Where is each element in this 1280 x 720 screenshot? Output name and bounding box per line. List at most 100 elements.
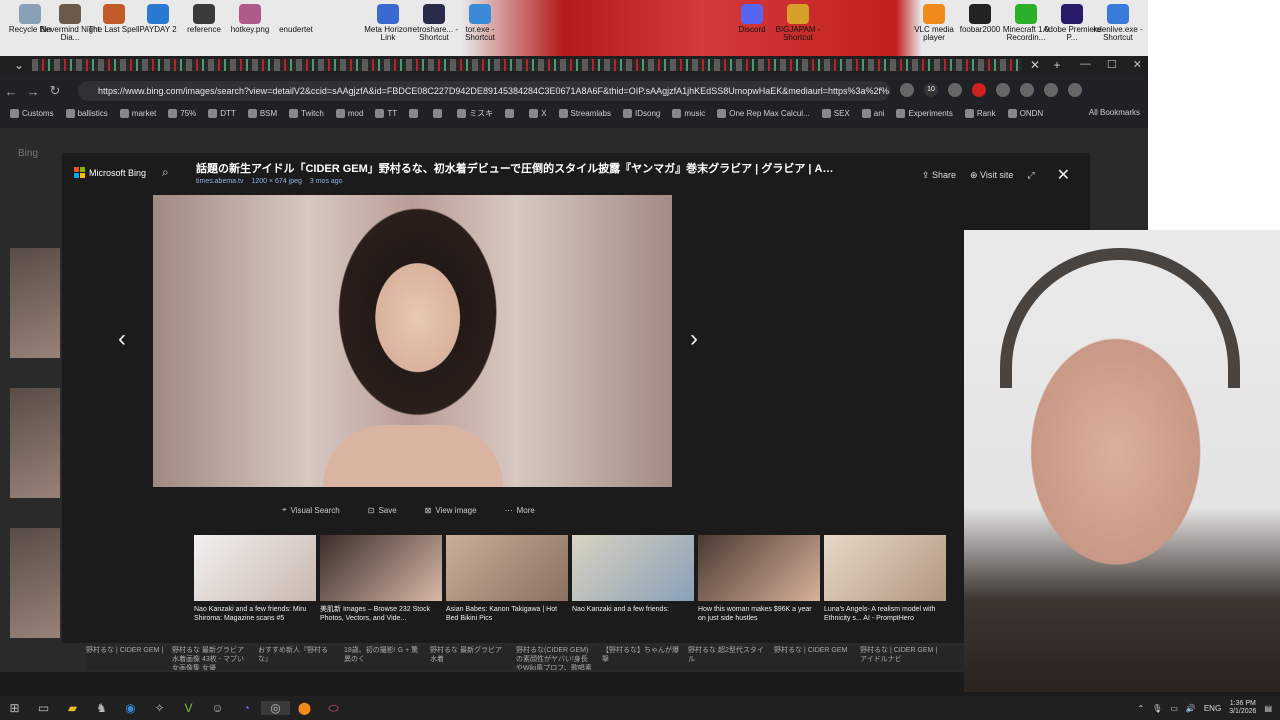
bookmark-item[interactable] bbox=[409, 108, 421, 118]
bookmark-item[interactable]: market bbox=[119, 108, 156, 118]
result-caption[interactable]: 野村るな | CIDER GEM bbox=[774, 646, 852, 670]
minimize-icon[interactable]: — bbox=[1080, 58, 1091, 71]
result-caption[interactable]: 18歳、初の撮影! G + 驚異のく bbox=[344, 646, 422, 670]
extension-icon[interactable] bbox=[900, 83, 914, 97]
extension-icon[interactable] bbox=[996, 83, 1010, 97]
previous-arrow-icon[interactable]: ‹ bbox=[118, 325, 126, 353]
desktop-icon[interactable]: tor.exe - Shortcut bbox=[450, 4, 510, 52]
tab-list[interactable] bbox=[32, 59, 1022, 71]
new-tab-icon[interactable]: + bbox=[1048, 58, 1066, 72]
reload-icon[interactable]: ↻ bbox=[44, 83, 66, 99]
bing-logo[interactable]: Microsoft Bing bbox=[74, 167, 146, 178]
close-tab-icon[interactable]: ✕ bbox=[1026, 58, 1044, 72]
result-caption[interactable]: 野村るな | CIDER GEM | アイドルナビ bbox=[860, 646, 938, 670]
result-caption[interactable]: 野村るな 最新グラビア水着画像 43枚 - マブい女画像集 女優 bbox=[172, 646, 250, 670]
all-bookmarks-button[interactable]: All Bookmarks bbox=[1089, 108, 1140, 117]
maximize-icon[interactable]: ☐ bbox=[1107, 58, 1117, 71]
bookmark-item[interactable]: SEX bbox=[821, 108, 850, 118]
language-indicator[interactable]: ENG bbox=[1204, 704, 1221, 713]
main-image[interactable] bbox=[153, 195, 672, 487]
bookmark-item[interactable]: Experiments bbox=[896, 108, 953, 118]
extension-icon[interactable] bbox=[948, 83, 962, 97]
url-input[interactable]: https://www.bing.com/images/search?view=… bbox=[78, 81, 890, 101]
app-icon[interactable]: ✧ bbox=[145, 701, 174, 715]
bookmark-item[interactable]: IDsong bbox=[623, 108, 660, 118]
bookmark-item[interactable]: music bbox=[672, 108, 705, 118]
related-image-card[interactable]: Asian Babes: Kanon Takigawa | Hot Bed Bi… bbox=[446, 535, 568, 623]
close-modal-icon[interactable]: ✕ bbox=[1057, 165, 1070, 185]
back-icon[interactable]: ← bbox=[0, 84, 22, 99]
result-caption[interactable]: 野村るな(CIDER GEM)の素顔性がヤバい!身長やWiki風プロフ、歌唱素な… bbox=[516, 646, 594, 670]
bookmark-item[interactable]: ballistics bbox=[65, 108, 108, 118]
app-icon[interactable]: V bbox=[174, 701, 203, 715]
app-icon[interactable]: ⬤ bbox=[290, 701, 319, 715]
bookmark-item[interactable]: ani bbox=[861, 108, 884, 118]
result-thumb[interactable] bbox=[10, 388, 60, 498]
browser-icon[interactable]: ◉ bbox=[116, 701, 145, 715]
extension-icon[interactable]: 10 bbox=[924, 83, 938, 97]
fullscreen-icon[interactable]: ⤢ bbox=[1027, 170, 1034, 181]
network-icon[interactable]: ▭ bbox=[1170, 704, 1178, 713]
related-image-card[interactable]: Luna's Angels- A realism model with Ethn… bbox=[824, 535, 946, 623]
window-close-icon[interactable]: ✕ bbox=[1133, 58, 1142, 71]
image-title[interactable]: 話題の新生アイドル「CIDER GEM」野村るな、初水着デビューで圧倒的スタイル… bbox=[196, 160, 836, 176]
desktop-icon[interactable]: BIGJAPAM - Shortcut bbox=[768, 4, 828, 52]
profile-icon[interactable] bbox=[1068, 83, 1082, 97]
source-link[interactable]: times.abema.tv bbox=[196, 178, 243, 185]
next-arrow-icon[interactable]: › bbox=[690, 325, 698, 353]
bookmark-item[interactable]: Streamlabs bbox=[558, 108, 611, 118]
image-action-button[interactable]: ⊠ View image bbox=[425, 505, 477, 515]
bookmark-item[interactable]: ONDN bbox=[1007, 108, 1043, 118]
related-image-card[interactable]: How this woman makes $96K a year on just… bbox=[698, 535, 820, 623]
task-view-icon[interactable]: ▭ bbox=[29, 701, 58, 715]
desktop-icon[interactable]: enudertet bbox=[266, 4, 326, 52]
visit-site-button[interactable]: ⊕ Visit site bbox=[970, 170, 1013, 181]
image-action-button[interactable]: ⌖ Visual Search bbox=[282, 505, 340, 515]
result-caption[interactable]: 野村るな 超2型代スタイル bbox=[688, 646, 766, 670]
file-explorer-icon[interactable]: ▰ bbox=[58, 701, 87, 715]
result-caption[interactable]: 野村るな | CIDER GEM | bbox=[86, 646, 164, 670]
tray-chevron-icon[interactable]: ⌃ bbox=[1137, 704, 1144, 713]
bookmark-item[interactable]: 75% bbox=[168, 108, 196, 118]
extension-icon[interactable] bbox=[972, 83, 986, 97]
related-image-card[interactable]: Nao Kanzaki and a few friends: Miru Shir… bbox=[194, 535, 316, 623]
result-thumb[interactable] bbox=[10, 248, 60, 358]
bookmark-item[interactable] bbox=[505, 108, 517, 118]
forward-icon[interactable]: → bbox=[22, 84, 44, 99]
download-icon[interactable] bbox=[1044, 83, 1058, 97]
bookmark-item[interactable]: Customs bbox=[10, 108, 54, 118]
bookmark-item[interactable]: ミスキ bbox=[457, 108, 493, 119]
app-icon[interactable]: ☺ bbox=[203, 701, 232, 715]
related-image-card[interactable]: 美肌新 Images – Browse 232 Stock Photos, Ve… bbox=[320, 535, 442, 623]
bookmark-item[interactable] bbox=[433, 108, 445, 118]
result-caption[interactable]: 野村るな 最新グラビア水着 bbox=[430, 646, 508, 670]
bookmark-item[interactable]: TT bbox=[375, 108, 397, 118]
desktop-icon[interactable]: kdenlive.exe - Shortcut bbox=[1088, 4, 1148, 52]
related-image-card[interactable]: Nao Kanzaki and a few friends: bbox=[572, 535, 694, 614]
image-action-button[interactable]: ⊡ Save bbox=[368, 505, 397, 515]
tab-search-icon[interactable]: ⌄ bbox=[10, 58, 28, 72]
image-action-button[interactable]: ⋯ More bbox=[505, 505, 535, 515]
volume-icon[interactable]: 🔊 bbox=[1186, 704, 1196, 713]
bookmark-item[interactable]: Rank bbox=[964, 108, 996, 118]
bookmark-item[interactable]: BSM bbox=[247, 108, 277, 118]
result-caption[interactable]: おすすめ新人『野村るな』 bbox=[258, 646, 336, 670]
app-icon[interactable]: ♞ bbox=[87, 701, 116, 715]
notifications-icon[interactable]: ▤ bbox=[1264, 704, 1272, 713]
bookmark-item[interactable]: Twitch bbox=[289, 108, 324, 118]
mic-icon[interactable]: 🎙 bbox=[1152, 704, 1162, 713]
extension-icon[interactable] bbox=[1020, 83, 1034, 97]
bookmark-item[interactable]: One Rep Max Calcul... bbox=[717, 108, 810, 118]
share-button[interactable]: ⇪ Share bbox=[922, 170, 956, 181]
bookmark-item[interactable]: X bbox=[529, 108, 547, 118]
app-icon[interactable]: ⬭ bbox=[319, 701, 348, 716]
start-icon[interactable]: ⊞ bbox=[0, 701, 29, 715]
result-caption[interactable]: 【野村るな】ちゃんが爆撃 bbox=[602, 646, 680, 670]
search-icon[interactable]: ⌕ bbox=[162, 165, 176, 179]
bookmark-item[interactable]: DTT bbox=[208, 108, 236, 118]
chrome-icon[interactable]: ◎ bbox=[261, 701, 290, 715]
result-thumb[interactable] bbox=[10, 528, 60, 638]
app-icon[interactable]: ◔ bbox=[232, 701, 261, 715]
clock[interactable]: 1:36 PM 3/1/2026 bbox=[1229, 700, 1256, 717]
bookmark-item[interactable]: mod bbox=[335, 108, 363, 118]
